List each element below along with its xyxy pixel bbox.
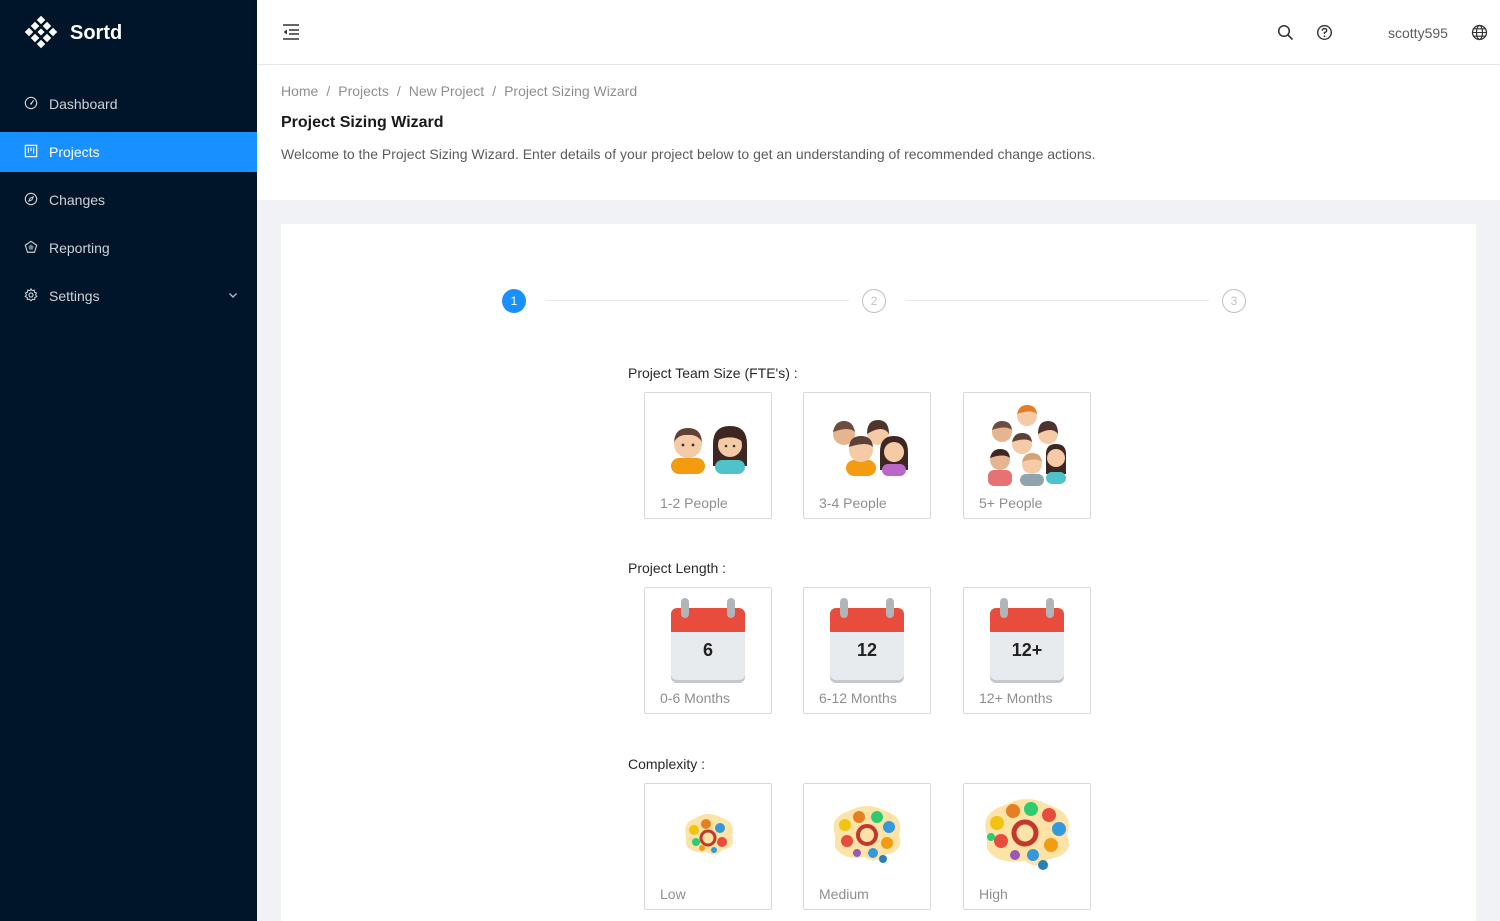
sidebar-item-settings[interactable]: Settings <box>0 276 257 316</box>
option-label: 12+ Months <box>979 690 1053 706</box>
sidebar-menu: Dashboard Projects Changes Reporting Set… <box>0 84 257 316</box>
page-header: Home / Projects / New Project / Project … <box>257 65 1500 200</box>
option-label: 5+ People <box>979 495 1043 511</box>
project-icon <box>24 144 40 160</box>
chart-icon <box>24 240 40 256</box>
top-header: scotty595 <box>257 0 1500 64</box>
breadcrumb-projects[interactable]: Projects <box>338 83 389 99</box>
app-name: Sortd <box>70 21 123 44</box>
sidebar: Sortd Dashboard Projects Changes Reporti… <box>0 0 257 921</box>
length-option-6-12[interactable]: 12 6-12 Months <box>803 587 931 714</box>
complexity-option-high[interactable]: High <box>963 783 1091 910</box>
sidebar-item-reporting[interactable]: Reporting <box>0 228 257 268</box>
option-label: Medium <box>819 886 869 902</box>
complexity-option-medium[interactable]: Medium <box>803 783 931 910</box>
calendar-12-plus: 12+ <box>990 598 1064 680</box>
help-icon[interactable] <box>1316 24 1333 41</box>
calendar-icon: 12+ <box>964 594 1090 684</box>
breadcrumb-new-project[interactable]: New Project <box>409 83 484 99</box>
option-label: Low <box>660 886 686 902</box>
option-label: High <box>979 886 1008 902</box>
small-group-icon <box>804 399 930 489</box>
sidebar-item-changes[interactable]: Changes <box>0 180 257 220</box>
breadcrumb-current: Project Sizing Wizard <box>504 83 638 99</box>
search-icon[interactable] <box>1277 24 1294 41</box>
logo[interactable]: Sortd <box>0 0 257 66</box>
two-people-icon <box>645 399 771 489</box>
page-description: Welcome to the Project Sizing Wizard. En… <box>281 146 1096 162</box>
length-option-12-plus[interactable]: 12+ 12+ Months <box>963 587 1091 714</box>
chevron-down-icon <box>229 293 237 298</box>
page-title: Project Sizing Wizard <box>281 114 444 131</box>
step-1[interactable]: 1 <box>502 289 526 313</box>
team-size-label: Project Team Size (FTE's) : <box>628 365 798 381</box>
option-label: 3-4 People <box>819 495 887 511</box>
sidebar-item-projects[interactable]: Projects <box>0 132 257 172</box>
gear-icon <box>24 288 40 304</box>
breadcrumb-separator: / <box>326 83 331 99</box>
brain-gears-small-icon <box>645 790 771 880</box>
large-group-icon <box>964 399 1090 489</box>
logo-icon <box>24 15 58 49</box>
length-option-0-6[interactable]: 6 0-6 Months <box>644 587 772 714</box>
team-size-option-5-plus[interactable]: 5+ People <box>963 392 1091 519</box>
dashboard-icon <box>24 96 40 112</box>
breadcrumb-separator: / <box>396 83 401 99</box>
breadcrumb-home[interactable]: Home <box>281 83 318 99</box>
team-size-option-3-4[interactable]: 3-4 People <box>803 392 931 519</box>
sidebar-item-label: Changes <box>49 192 106 208</box>
step-3[interactable]: 3 <box>1222 289 1246 313</box>
compass-icon <box>24 192 40 208</box>
option-label: 0-6 Months <box>660 690 731 706</box>
sidebar-item-dashboard[interactable]: Dashboard <box>0 84 257 124</box>
sidebar-item-label: Reporting <box>49 240 110 256</box>
calendar-12: 12 <box>830 598 904 680</box>
step-connector <box>906 300 1209 301</box>
calendar-icon: 6 <box>645 594 771 684</box>
brain-gears-large-icon <box>964 790 1090 880</box>
team-size-option-1-2[interactable]: 1-2 People <box>644 392 772 519</box>
option-label: 6-12 Months <box>819 690 897 706</box>
globe-icon[interactable] <box>1471 24 1488 41</box>
complexity-option-low[interactable]: Low <box>644 783 772 910</box>
sidebar-item-label: Projects <box>49 144 100 160</box>
breadcrumb: Home / Projects / New Project / Project … <box>281 83 1476 99</box>
complexity-label: Complexity : <box>628 756 706 772</box>
brain-gears-medium-icon <box>804 790 930 880</box>
step-2[interactable]: 2 <box>862 289 886 313</box>
option-label: 1-2 People <box>660 495 728 511</box>
menu-fold-icon[interactable] <box>281 22 301 42</box>
user-name[interactable]: scotty595 <box>1388 25 1448 41</box>
breadcrumb-separator: / <box>492 83 497 99</box>
calendar-icon: 12 <box>804 594 930 684</box>
step-connector <box>546 300 849 301</box>
project-length-label: Project Length : <box>628 560 727 576</box>
sidebar-item-label: Dashboard <box>49 96 118 112</box>
calendar-6: 6 <box>671 598 745 680</box>
sidebar-item-label: Settings <box>49 288 100 304</box>
wizard-card: 1 2 3 Project Team Size (FTE's) : 1-2 Pe… <box>281 224 1476 921</box>
